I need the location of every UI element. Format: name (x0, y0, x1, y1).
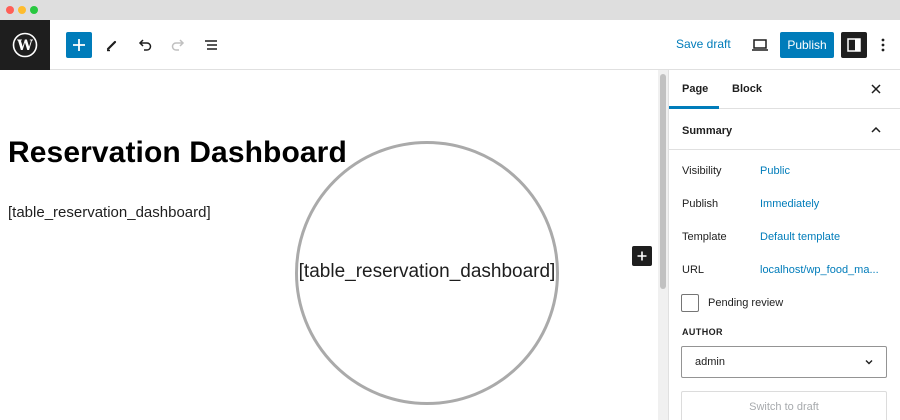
block-inserter-button[interactable] (66, 32, 92, 58)
close-sidebar-button[interactable] (869, 82, 883, 96)
canvas-scrollbar[interactable] (658, 70, 668, 420)
author-label: AUTHOR (682, 327, 723, 337)
plus-icon (73, 39, 85, 51)
add-block-button[interactable] (632, 246, 652, 266)
minimize-window-button[interactable] (18, 6, 26, 14)
redo-button[interactable] (165, 32, 191, 58)
close-window-button[interactable] (6, 6, 14, 14)
undo-button[interactable] (132, 32, 158, 58)
pencil-icon (106, 40, 117, 52)
magnified-shortcode: [table_reservation_dashboard] (298, 261, 556, 282)
active-tab-indicator (669, 106, 719, 109)
author-value: admin (695, 356, 725, 368)
editor-toolbar: W Save draft Publish (0, 20, 900, 70)
magnifier-callout: [table_reservation_dashboard] (295, 141, 559, 405)
switch-to-draft-button[interactable]: Switch to draft (681, 391, 887, 420)
tab-block[interactable]: Block (732, 83, 762, 95)
undo-icon (138, 39, 152, 51)
editor-canvas: Reservation Dashboard [table_reservation… (0, 70, 658, 420)
summary-title: Summary (682, 125, 733, 137)
options-button[interactable] (873, 32, 893, 58)
summary-panel-header[interactable]: Summary (669, 110, 900, 150)
close-icon (871, 84, 881, 94)
save-draft-button[interactable]: Save draft (676, 37, 731, 51)
redo-icon (171, 39, 185, 51)
visibility-value[interactable]: Public (760, 165, 790, 177)
pending-review-checkbox[interactable] (681, 294, 699, 312)
tab-page[interactable]: Page (682, 83, 708, 95)
template-value[interactable]: Default template (760, 231, 840, 243)
more-vertical-icon (881, 38, 885, 52)
scrollbar-thumb[interactable] (660, 74, 666, 289)
sidebar-settings-icon (847, 38, 861, 52)
publish-label: Publish (682, 198, 719, 210)
template-label: Template (682, 231, 727, 243)
chevron-up-icon (871, 126, 881, 133)
shortcode-block[interactable]: [table_reservation_dashboard] (8, 204, 211, 221)
author-select[interactable]: admin (681, 346, 887, 378)
publish-value[interactable]: Immediately (760, 198, 819, 210)
wordpress-logo-icon[interactable]: W (0, 20, 50, 70)
tools-button[interactable] (99, 32, 125, 58)
svg-text:W: W (16, 38, 33, 54)
settings-toggle-button[interactable] (841, 32, 867, 58)
chevron-down-icon (865, 360, 873, 365)
sidebar-tabs: Page Block (669, 70, 900, 109)
preview-button[interactable] (747, 32, 773, 58)
settings-sidebar: Page Block Summary Visibility Public Pub… (668, 70, 900, 420)
visibility-label: Visibility (682, 165, 722, 177)
desktop-preview-icon (752, 39, 768, 51)
list-view-icon (205, 40, 217, 50)
pending-review-label[interactable]: Pending review (708, 297, 783, 309)
plus-icon (637, 251, 647, 261)
url-value[interactable]: localhost/wp_food_ma... (760, 264, 879, 276)
maximize-window-button[interactable] (30, 6, 38, 14)
list-view-button[interactable] (198, 32, 224, 58)
publish-button[interactable]: Publish (780, 32, 834, 58)
window-titlebar (0, 0, 900, 20)
page-title[interactable]: Reservation Dashboard (8, 136, 347, 170)
url-label: URL (682, 264, 705, 276)
